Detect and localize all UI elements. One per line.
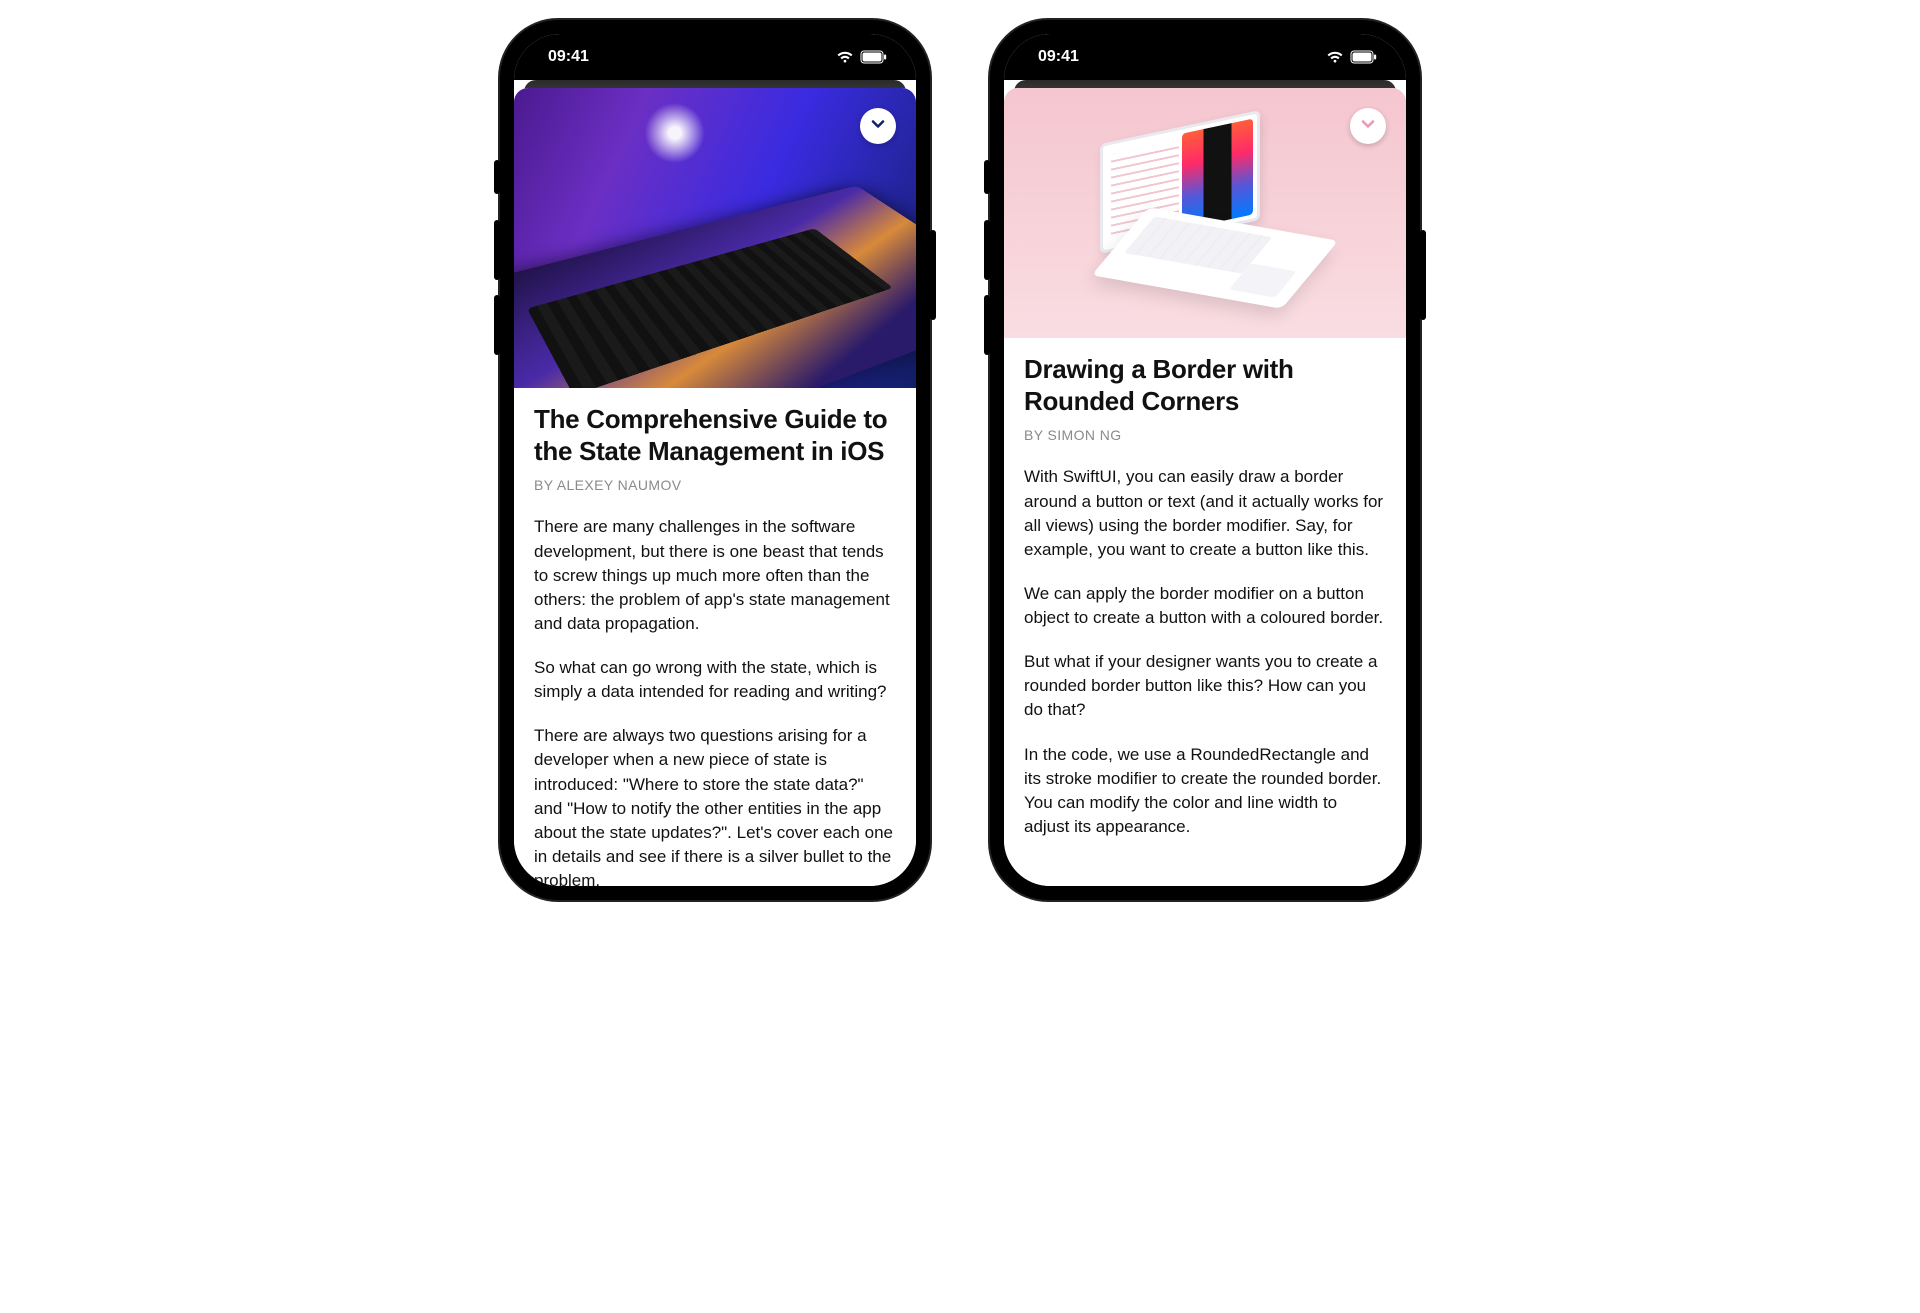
battery-icon xyxy=(860,50,888,64)
phone-silent-switch xyxy=(984,160,990,194)
close-button[interactable] xyxy=(1350,108,1386,144)
wifi-icon xyxy=(836,50,854,64)
article-byline: BY SIMON NG xyxy=(1024,427,1386,443)
phone-power-button xyxy=(930,230,936,320)
phone-mockup-left: 09:41 The Comprehensive Guide t xyxy=(500,20,930,900)
article-sheet[interactable]: The Comprehensive Guide to the State Man… xyxy=(514,88,916,886)
status-time: 09:41 xyxy=(548,48,589,66)
article-content: Drawing a Border with Rounded Corners BY… xyxy=(1004,338,1406,859)
phone-mockup-right: 09:41 xyxy=(990,20,1420,900)
phone-screen: 09:41 xyxy=(1004,34,1406,886)
phone-volume-down xyxy=(494,295,500,355)
close-button[interactable] xyxy=(860,108,896,144)
phone-volume-up xyxy=(984,220,990,280)
article-hero-image xyxy=(1004,88,1406,338)
article-title: The Comprehensive Guide to the State Man… xyxy=(534,404,896,467)
article-paragraph: There are always two questions arising f… xyxy=(534,724,896,886)
article-sheet[interactable]: Drawing a Border with Rounded Corners BY… xyxy=(1004,88,1406,886)
hero-laptop-illustration xyxy=(1100,127,1310,287)
wifi-icon xyxy=(1326,50,1344,64)
article-paragraph: We can apply the border modifier on a bu… xyxy=(1024,582,1386,630)
article-title: Drawing a Border with Rounded Corners xyxy=(1024,354,1386,417)
article-hero-image xyxy=(514,88,916,388)
phone-power-button xyxy=(1420,230,1426,320)
chevron-down-icon xyxy=(1358,114,1378,139)
article-paragraph: In the code, we use a RoundedRectangle a… xyxy=(1024,743,1386,840)
article-paragraph: With SwiftUI, you can easily draw a bord… xyxy=(1024,465,1386,562)
phone-volume-up xyxy=(494,220,500,280)
phone-silent-switch xyxy=(494,160,500,194)
article-paragraph: There are many challenges in the softwar… xyxy=(534,515,896,636)
battery-icon xyxy=(1350,50,1378,64)
phone-notch xyxy=(1105,34,1305,64)
article-paragraph: So what can go wrong with the state, whi… xyxy=(534,656,896,704)
status-time: 09:41 xyxy=(1038,48,1079,66)
phone-screen: 09:41 The Comprehensive Guide t xyxy=(514,34,916,886)
article-body: With SwiftUI, you can easily draw a bord… xyxy=(1024,465,1386,839)
article-paragraph: But what if your designer wants you to c… xyxy=(1024,650,1386,722)
article-byline: BY ALEXEY NAUMOV xyxy=(534,477,896,493)
phone-notch xyxy=(615,34,815,64)
phone-volume-down xyxy=(984,295,990,355)
article-content: The Comprehensive Guide to the State Man… xyxy=(514,388,916,886)
article-body: There are many challenges in the softwar… xyxy=(534,515,896,886)
chevron-down-icon xyxy=(868,114,888,139)
